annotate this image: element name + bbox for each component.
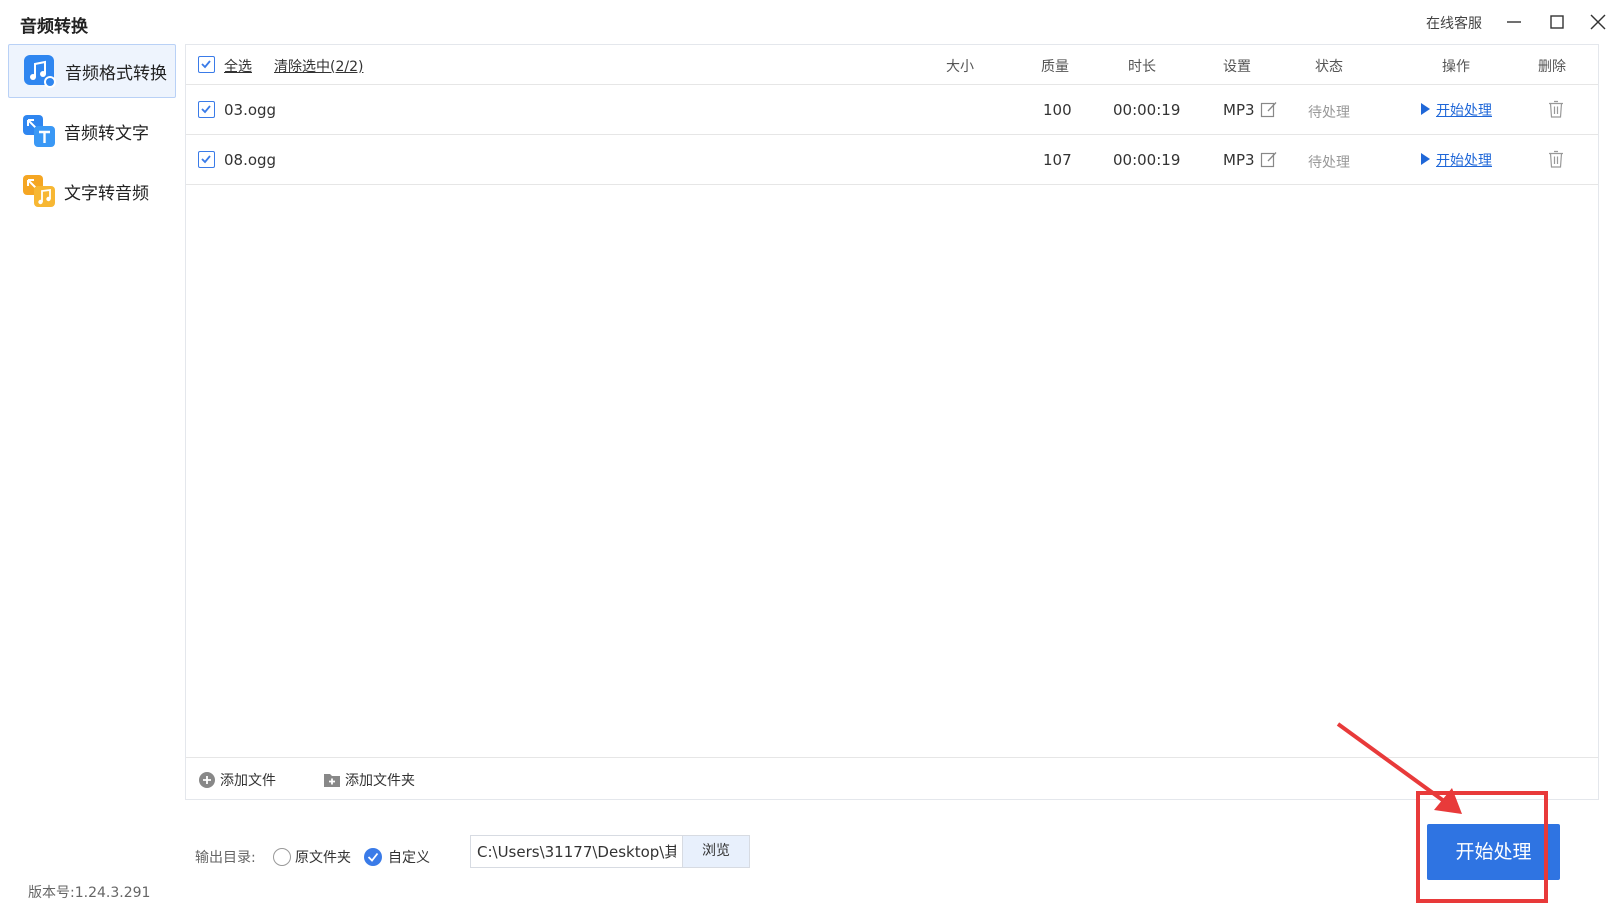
text-to-audio-icon [23, 175, 55, 207]
header-settings: 设置 [1223, 59, 1251, 75]
file-name: 03.ogg [224, 101, 277, 119]
sidebar-item-audio-to-text[interactable]: 音频转文字 [8, 104, 176, 158]
add-circle-icon [199, 772, 215, 788]
header-quality: 质量 [1041, 59, 1069, 75]
add-folder-label: 添加文件夹 [345, 773, 415, 789]
play-icon [1421, 153, 1430, 165]
sidebar-item-audio-format-convert[interactable]: 音频格式转换 [8, 44, 176, 98]
annotation-arrow-icon [1336, 722, 1462, 814]
file-status: 待处理 [1308, 105, 1350, 121]
table-header: 全选 清除选中(2/2) 大小 质量 时长 设置 状态 操作 删除 [186, 45, 1598, 85]
title-bar: 音频转换 在线客服 [0, 0, 1618, 44]
check-icon [201, 155, 211, 164]
header-action: 操作 [1442, 59, 1470, 75]
start-process-link[interactable]: 开始处理 [1436, 100, 1492, 120]
audio-to-text-icon [23, 115, 55, 147]
table-row: 08.ogg 107 00:00:19 MP3 待处理 开始处理 [186, 135, 1598, 185]
edit-icon[interactable] [1260, 100, 1278, 118]
header-duration: 时长 [1128, 59, 1156, 75]
select-all-checkbox[interactable] [198, 56, 215, 73]
app-title: 音频转换 [20, 17, 88, 37]
radio-original-folder[interactable] [273, 848, 291, 866]
file-duration: 00:00:19 [1113, 101, 1181, 119]
close-icon[interactable] [1586, 10, 1610, 34]
online-support-link[interactable]: 在线客服 [1426, 13, 1482, 33]
header-status: 状态 [1315, 59, 1343, 75]
check-icon [201, 60, 211, 69]
select-all-link[interactable]: 全选 [224, 56, 252, 76]
sidebar-item-label: 文字转音频 [64, 183, 149, 204]
file-name: 08.ogg [224, 151, 277, 169]
file-list-panel: 全选 清除选中(2/2) 大小 质量 时长 设置 状态 操作 删除 03.ogg… [185, 44, 1599, 800]
file-quality: 100 [1043, 101, 1072, 119]
output-format: MP3 [1223, 101, 1255, 119]
add-file-button[interactable]: 添加文件 [198, 770, 276, 790]
sidebar-item-label: 音频格式转换 [65, 63, 167, 84]
sidebar-item-text-to-audio[interactable]: 文字转音频 [8, 164, 176, 218]
file-quality: 107 [1043, 151, 1072, 169]
trash-icon[interactable] [1546, 149, 1566, 169]
add-file-label: 添加文件 [220, 773, 276, 789]
output-format: MP3 [1223, 151, 1255, 169]
table-row: 03.ogg 100 00:00:19 MP3 待处理 开始处理 [186, 85, 1598, 135]
play-icon [1421, 103, 1430, 115]
check-icon [201, 105, 211, 114]
sidebar-item-label: 音频转文字 [64, 123, 149, 144]
output-path-input[interactable] [470, 835, 682, 868]
edit-icon[interactable] [1260, 150, 1278, 168]
music-convert-icon [24, 55, 56, 88]
header-delete: 删除 [1538, 59, 1566, 75]
file-status: 待处理 [1308, 155, 1350, 171]
add-folder-icon [324, 774, 340, 787]
start-process-link[interactable]: 开始处理 [1436, 150, 1492, 170]
minimize-icon[interactable] [1502, 10, 1526, 34]
sidebar: 音频格式转换 音频转文字 文字转音频 [0, 44, 184, 918]
output-dir-label: 输出目录: [195, 850, 256, 866]
browse-button[interactable]: 浏览 [682, 835, 750, 868]
clear-selected-link[interactable]: 清除选中(2/2) [274, 56, 363, 76]
version-label: 版本号:1.24.3.291 [28, 885, 151, 901]
radio-original-folder-label: 原文件夹 [295, 850, 351, 866]
row-checkbox[interactable] [198, 151, 215, 168]
row-checkbox[interactable] [198, 101, 215, 118]
trash-icon[interactable] [1546, 99, 1566, 119]
file-duration: 00:00:19 [1113, 151, 1181, 169]
add-folder-button[interactable]: 添加文件夹 [323, 770, 415, 790]
header-size: 大小 [946, 59, 974, 75]
radio-custom-label: 自定义 [388, 850, 430, 866]
check-icon [367, 852, 379, 862]
radio-custom[interactable] [364, 848, 382, 866]
maximize-icon[interactable] [1545, 10, 1569, 34]
